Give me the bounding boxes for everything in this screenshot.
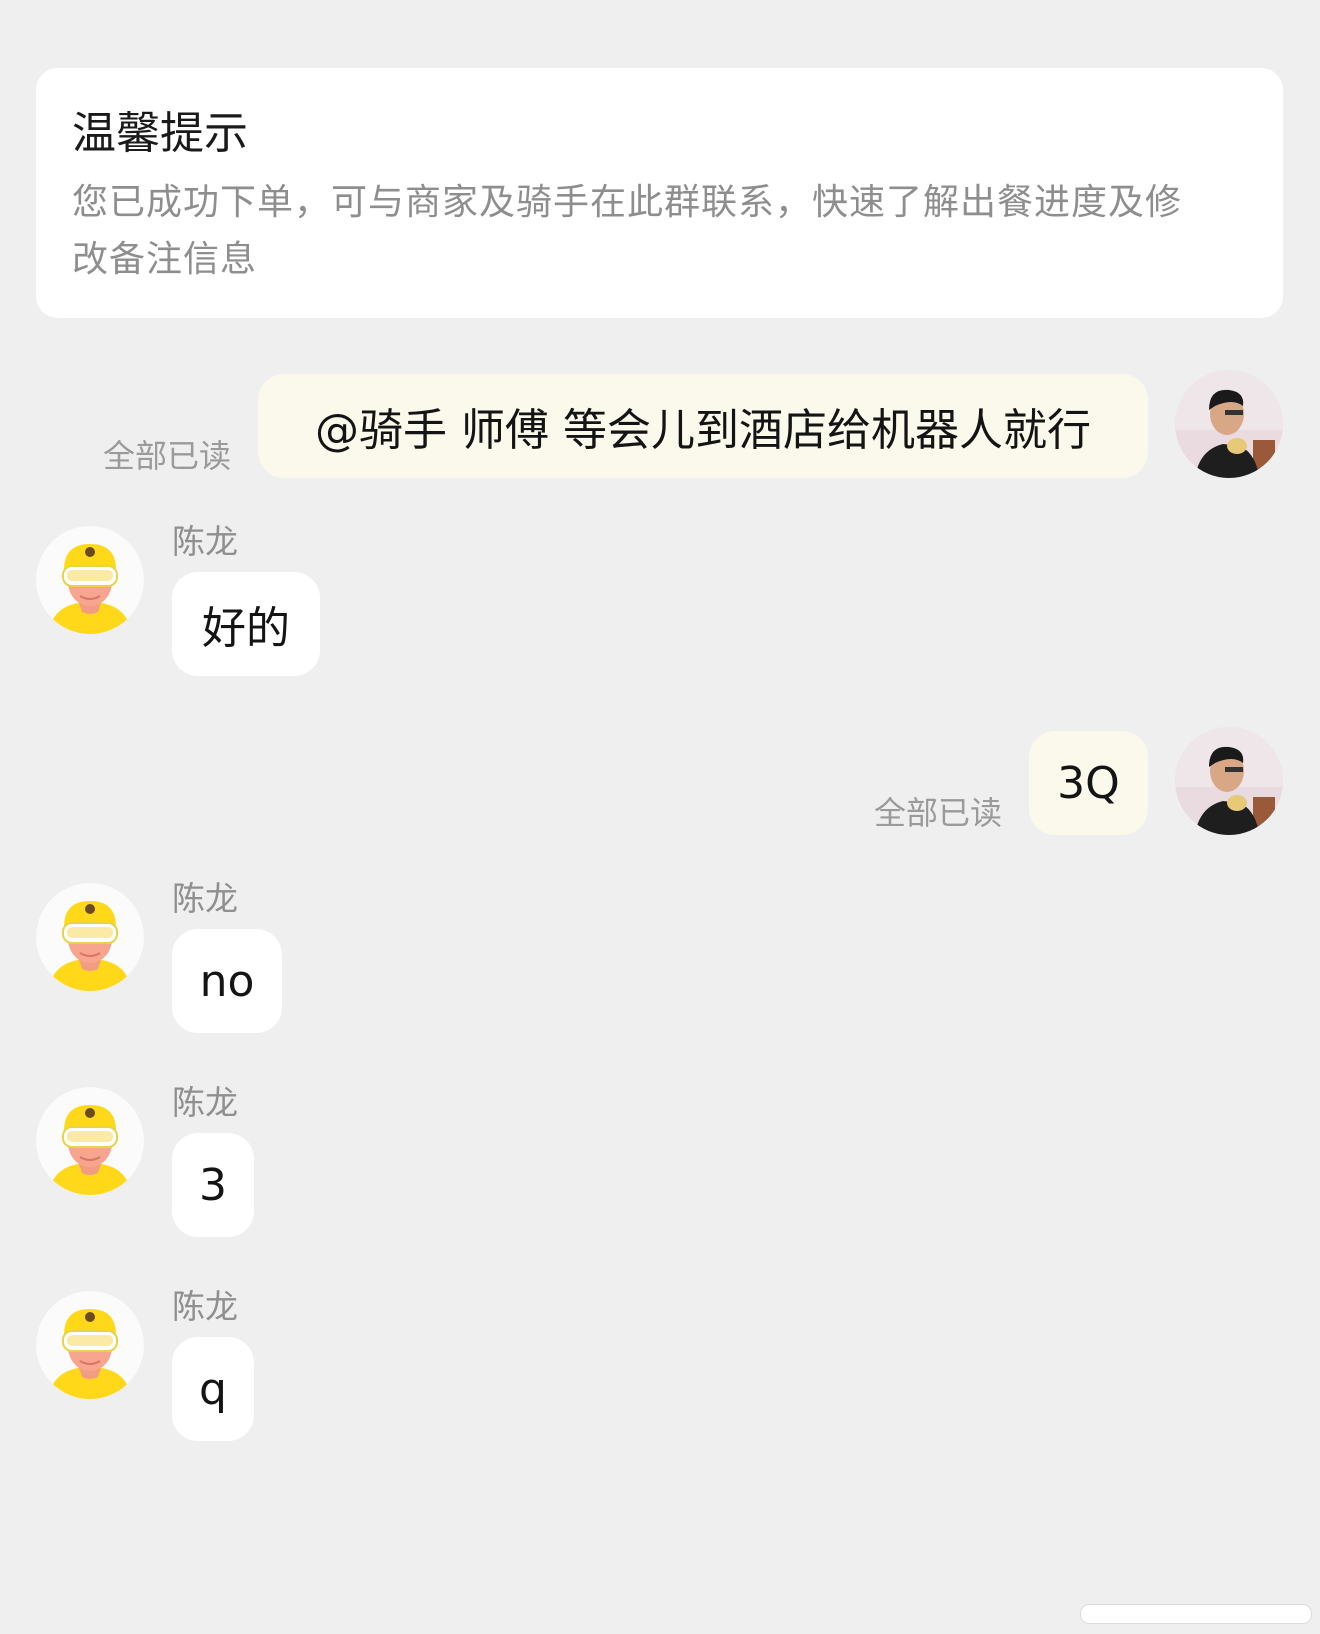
tip-line-1: 您已成功下单，可与商家及骑手在此群联系，快速了解出餐进度及修 bbox=[72, 182, 1183, 223]
sender-name: 陈龙 bbox=[172, 879, 238, 918]
message-text: 3Q bbox=[1057, 757, 1120, 809]
user-photo-avatar[interactable] bbox=[1175, 370, 1283, 478]
message-row-outgoing: 全部已读 @骑手 师傅 等会儿到酒店给机器人就行 bbox=[0, 370, 1320, 480]
sender-name: 陈龙 bbox=[172, 1083, 238, 1122]
read-status: 全部已读 bbox=[874, 794, 1003, 832]
home-indicator[interactable] bbox=[1080, 1604, 1312, 1624]
message-bubble[interactable]: 好的 bbox=[172, 572, 320, 676]
message-text: no bbox=[199, 955, 255, 1007]
message-text: q bbox=[199, 1363, 227, 1415]
sender-name: 陈龙 bbox=[172, 1287, 238, 1326]
user-photo-avatar[interactable] bbox=[1175, 727, 1283, 835]
message-bubble[interactable]: @骑手 师傅 等会儿到酒店给机器人就行 bbox=[258, 374, 1148, 478]
user-photo-icon bbox=[1175, 370, 1283, 478]
rider-avatar[interactable] bbox=[36, 883, 144, 991]
rider-avatar[interactable] bbox=[36, 526, 144, 634]
read-status: 全部已读 bbox=[103, 437, 232, 475]
message-row-incoming: 陈龙 3 bbox=[0, 1083, 1320, 1243]
tip-line-2: 改备注信息 bbox=[72, 239, 258, 280]
message-bubble[interactable]: q bbox=[172, 1337, 254, 1441]
rider-avatar-icon bbox=[36, 883, 144, 991]
rider-avatar-icon bbox=[36, 526, 144, 634]
message-row-outgoing: 全部已读 3Q bbox=[0, 727, 1320, 837]
tip-card: 温馨提示 您已成功下单，可与商家及骑手在此群联系，快速了解出餐进度及修 改备注信… bbox=[36, 68, 1283, 318]
sender-name: 陈龙 bbox=[172, 522, 238, 561]
message-row-incoming: 陈龙 no bbox=[0, 879, 1320, 1039]
message-row-incoming: 陈龙 好的 bbox=[0, 522, 1320, 682]
rider-avatar[interactable] bbox=[36, 1291, 144, 1399]
message-text: @骑手 师傅 等会儿到酒店给机器人就行 bbox=[315, 405, 1091, 456]
message-row-incoming: 陈龙 q bbox=[0, 1287, 1320, 1447]
user-photo-icon bbox=[1175, 727, 1283, 835]
message-bubble[interactable]: no bbox=[172, 929, 282, 1033]
message-bubble[interactable]: 3Q bbox=[1029, 731, 1148, 835]
message-text: 好的 bbox=[202, 603, 290, 654]
message-bubble[interactable]: 3 bbox=[172, 1133, 254, 1237]
tip-title: 温馨提示 bbox=[72, 108, 248, 159]
rider-avatar[interactable] bbox=[36, 1087, 144, 1195]
message-text: 3 bbox=[199, 1159, 227, 1211]
rider-avatar-icon bbox=[36, 1087, 144, 1195]
rider-avatar-icon bbox=[36, 1291, 144, 1399]
